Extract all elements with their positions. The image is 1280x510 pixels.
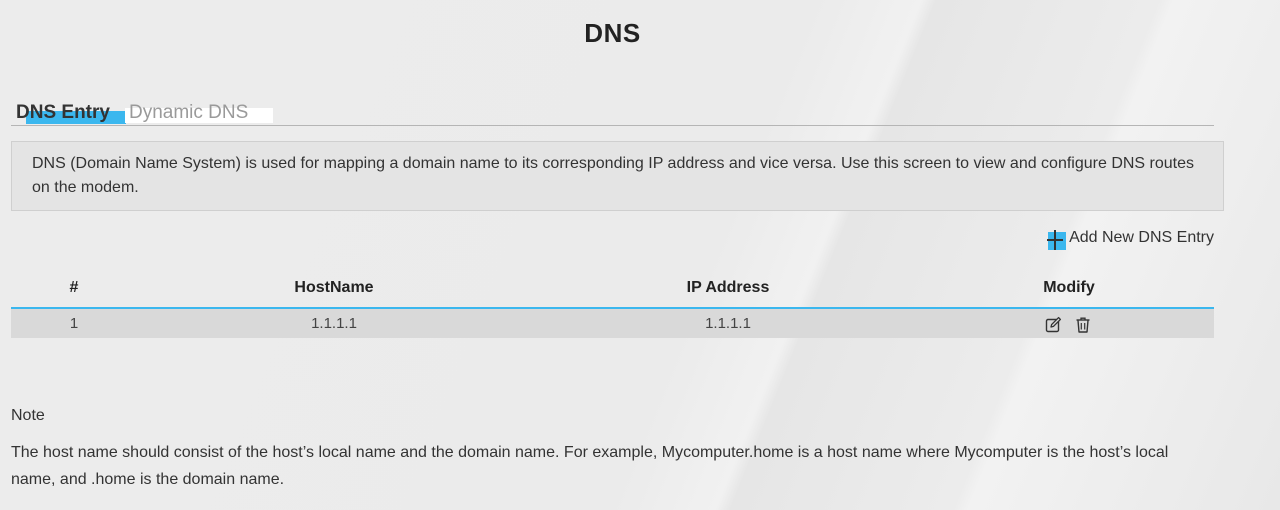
cell-ip-address: 1.1.1.1 [705, 315, 751, 332]
add-dns-entry-label: Add New DNS Entry [1069, 229, 1214, 246]
table-header: # HostName IP Address Modify [11, 275, 1214, 309]
column-header-hostname: HostName [294, 279, 374, 296]
plus-icon [1046, 228, 1067, 250]
cell-index: 1 [69, 315, 79, 332]
tab-dns-entry-label: DNS Entry [16, 102, 110, 123]
edit-icon[interactable] [1045, 316, 1063, 334]
column-header-ip-address: IP Address [686, 279, 770, 296]
column-header-index: # [69, 279, 79, 296]
modify-actions [1045, 316, 1092, 334]
add-dns-entry-button[interactable]: Add New DNS Entry [1046, 228, 1214, 250]
table-row: 1 1.1.1.1 1.1.1.1 [11, 309, 1214, 338]
tab-bar: DNS Entry Dynamic DNS [11, 100, 1214, 126]
dns-entry-table: # HostName IP Address Modify 1 1.1.1.1 1… [11, 275, 1214, 338]
note-text: The host name should consist of the host… [11, 444, 1169, 488]
info-description: DNS (Domain Name System) is used for map… [11, 141, 1224, 211]
tab-dynamic-dns-label: Dynamic DNS [129, 102, 249, 123]
column-header-modify: Modify [1043, 279, 1095, 296]
trash-icon[interactable] [1074, 316, 1092, 334]
cell-hostname: 1.1.1.1 [311, 315, 357, 332]
tab-dns-entry[interactable]: DNS Entry [16, 102, 126, 124]
note-title: Note [11, 407, 45, 424]
tab-dynamic-dns[interactable]: Dynamic DNS [125, 102, 273, 124]
page-title: DNS [584, 18, 641, 48]
